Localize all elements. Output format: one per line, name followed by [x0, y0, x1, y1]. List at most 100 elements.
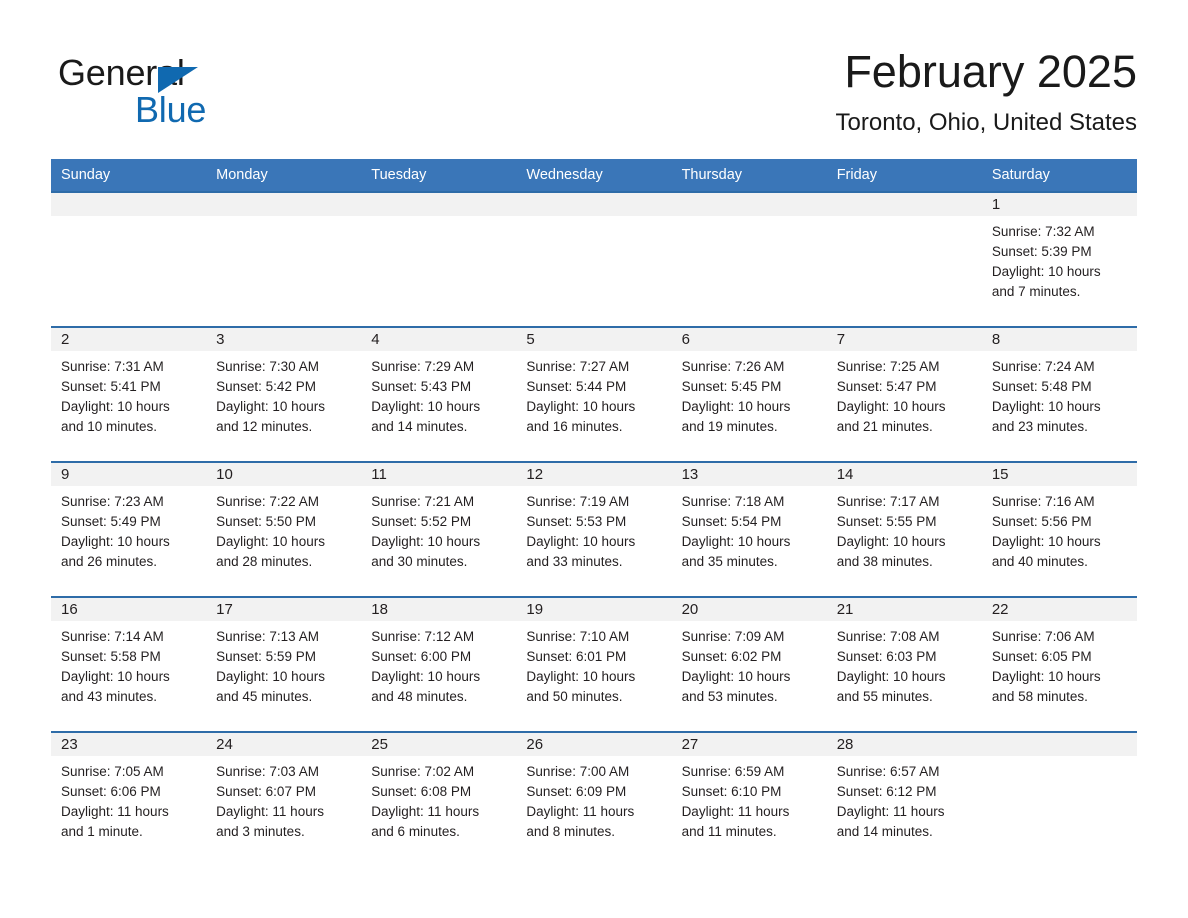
calendar-day-cell[interactable]: 21 Sunrise: 7:08 AM Sunset: 6:03 PM Dayl…	[826, 596, 982, 732]
calendar-day-cell[interactable]: 12 Sunrise: 7:19 AM Sunset: 5:53 PM Dayl…	[516, 461, 672, 597]
day-details: Sunrise: 7:19 AM Sunset: 5:53 PM Dayligh…	[516, 486, 671, 572]
weekday-header-wednesday: Wednesday	[516, 159, 672, 192]
daylight-text-line2: and 23 minutes.	[991, 419, 1088, 434]
sunset-text: Sunset: 6:00 PM	[371, 649, 472, 664]
sunset-text: Sunset: 5:50 PM	[216, 514, 316, 529]
day-number: 19	[516, 598, 672, 621]
daylight-text-line1: Daylight: 11 hours	[216, 804, 324, 819]
calendar-day-cell[interactable]	[206, 191, 362, 327]
calendar-day-cell[interactable]: 4 Sunrise: 7:29 AM Sunset: 5:43 PM Dayli…	[361, 326, 517, 462]
calendar-day-cell[interactable]: 18 Sunrise: 7:12 AM Sunset: 6:00 PM Dayl…	[361, 596, 517, 732]
calendar-day-cell[interactable]: 25 Sunrise: 7:02 AM Sunset: 6:08 PM Dayl…	[361, 731, 517, 866]
calendar-day-cell[interactable]: 2 Sunrise: 7:31 AM Sunset: 5:41 PM Dayli…	[51, 326, 207, 462]
title-block: February 2025 Toronto, Ohio, United Stat…	[836, 44, 1138, 137]
sunset-text: Sunset: 5:45 PM	[681, 379, 782, 394]
day-number: 7	[826, 328, 982, 351]
calendar-day-cell[interactable]	[516, 191, 672, 327]
daylight-text-line1: Daylight: 11 hours	[681, 804, 790, 819]
day-cell-inner	[671, 193, 827, 326]
calendar-day-cell[interactable]: 13 Sunrise: 7:18 AM Sunset: 5:54 PM Dayl…	[671, 461, 827, 597]
calendar-day-cell[interactable]: 27 Sunrise: 6:59 AM Sunset: 6:10 PM Dayl…	[671, 731, 827, 866]
sunrise-text: Sunrise: 7:16 AM	[991, 494, 1095, 509]
daylight-text-line1: Daylight: 10 hours	[681, 669, 791, 684]
calendar-day-cell[interactable]: 5 Sunrise: 7:27 AM Sunset: 5:44 PM Dayli…	[516, 326, 672, 462]
day-number: 20	[671, 598, 827, 621]
page-subtitle: Toronto, Ohio, United States	[835, 109, 1138, 136]
calendar-day-cell[interactable]: 11 Sunrise: 7:21 AM Sunset: 5:52 PM Dayl…	[361, 461, 517, 597]
daylight-text-line2: and 48 minutes.	[371, 689, 468, 704]
day-cell-inner: 19 Sunrise: 7:10 AM Sunset: 6:01 PM Dayl…	[516, 598, 672, 731]
calendar-day-cell[interactable]: 16 Sunrise: 7:14 AM Sunset: 5:58 PM Dayl…	[51, 596, 207, 732]
calendar-day-cell[interactable]: 15 Sunrise: 7:16 AM Sunset: 5:56 PM Dayl…	[981, 461, 1137, 597]
calendar-day-cell[interactable]: 1 Sunrise: 7:32 AM Sunset: 5:39 PM Dayli…	[981, 191, 1137, 327]
daylight-text-line1: Daylight: 10 hours	[61, 669, 170, 684]
sunset-text: Sunset: 5:39 PM	[991, 244, 1092, 259]
calendar-day-cell[interactable]: 10 Sunrise: 7:22 AM Sunset: 5:50 PM Dayl…	[206, 461, 362, 597]
daylight-text-line2: and 7 minutes.	[991, 284, 1081, 299]
page-title: February 2025	[844, 46, 1137, 97]
calendar-day-cell[interactable]	[826, 191, 982, 327]
calendar-day-cell[interactable]: 17 Sunrise: 7:13 AM Sunset: 5:59 PM Dayl…	[206, 596, 362, 732]
day-details: Sunrise: 7:27 AM Sunset: 5:44 PM Dayligh…	[516, 351, 671, 437]
sunset-text: Sunset: 5:48 PM	[991, 379, 1092, 394]
sunset-text: Sunset: 5:49 PM	[61, 514, 161, 529]
day-cell-inner: 15 Sunrise: 7:16 AM Sunset: 5:56 PM Dayl…	[981, 463, 1137, 596]
generalblue-logo[interactable]: General Blue	[58, 53, 358, 139]
daylight-text-line1: Daylight: 10 hours	[836, 534, 946, 549]
daylight-text-line2: and 16 minutes.	[526, 419, 623, 434]
day-details: Sunrise: 7:25 AM Sunset: 5:47 PM Dayligh…	[827, 351, 982, 437]
sunrise-text: Sunrise: 7:09 AM	[681, 629, 785, 644]
calendar-day-cell[interactable]	[51, 191, 207, 327]
day-cell-inner: 20 Sunrise: 7:09 AM Sunset: 6:02 PM Dayl…	[671, 598, 827, 731]
calendar-day-cell[interactable]: 19 Sunrise: 7:10 AM Sunset: 6:01 PM Dayl…	[516, 596, 672, 732]
calendar-day-cell[interactable]: 24 Sunrise: 7:03 AM Sunset: 6:07 PM Dayl…	[206, 731, 362, 866]
day-details	[982, 756, 1137, 762]
sunrise-text: Sunrise: 7:06 AM	[991, 629, 1095, 644]
calendar-day-cell[interactable]: 6 Sunrise: 7:26 AM Sunset: 5:45 PM Dayli…	[671, 326, 827, 462]
calendar-day-cell[interactable]: 3 Sunrise: 7:30 AM Sunset: 5:42 PM Dayli…	[206, 326, 362, 462]
calendar-day-cell[interactable]: 23 Sunrise: 7:05 AM Sunset: 6:06 PM Dayl…	[51, 731, 207, 866]
sunrise-text: Sunrise: 7:13 AM	[216, 629, 319, 644]
day-cell-inner: 23 Sunrise: 7:05 AM Sunset: 6:06 PM Dayl…	[51, 733, 207, 866]
sunrise-text: Sunrise: 7:00 AM	[526, 764, 630, 779]
daylight-text-line2: and 11 minutes.	[681, 824, 777, 839]
weekday-header-thursday: Thursday	[671, 159, 827, 192]
day-details: Sunrise: 7:32 AM Sunset: 5:39 PM Dayligh…	[982, 216, 1137, 302]
sunrise-text: Sunrise: 7:19 AM	[526, 494, 630, 509]
calendar-day-cell[interactable]	[361, 191, 517, 327]
sunrise-text: Sunrise: 7:30 AM	[216, 359, 319, 374]
daylight-text-line2: and 21 minutes.	[836, 419, 933, 434]
daylight-text-line2: and 10 minutes.	[61, 419, 158, 434]
day-details: Sunrise: 7:14 AM Sunset: 5:58 PM Dayligh…	[51, 621, 206, 707]
sunrise-text: Sunrise: 7:24 AM	[991, 359, 1095, 374]
calendar-day-cell[interactable]: 7 Sunrise: 7:25 AM Sunset: 5:47 PM Dayli…	[826, 326, 982, 462]
day-cell-inner: 2 Sunrise: 7:31 AM Sunset: 5:41 PM Dayli…	[51, 328, 207, 461]
day-cell-inner: 28 Sunrise: 6:57 AM Sunset: 6:12 PM Dayl…	[826, 733, 982, 866]
calendar-day-cell[interactable]: 22 Sunrise: 7:06 AM Sunset: 6:05 PM Dayl…	[981, 596, 1137, 732]
calendar-day-cell[interactable]: 14 Sunrise: 7:17 AM Sunset: 5:55 PM Dayl…	[826, 461, 982, 597]
calendar-day-cell[interactable]	[671, 191, 827, 327]
day-cell-inner: 4 Sunrise: 7:29 AM Sunset: 5:43 PM Dayli…	[361, 328, 517, 461]
calendar-day-cell[interactable]: 26 Sunrise: 7:00 AM Sunset: 6:09 PM Dayl…	[516, 731, 672, 866]
daylight-text-line2: and 45 minutes.	[216, 689, 313, 704]
day-number: 1	[981, 193, 1137, 216]
calendar-day-cell[interactable]: 28 Sunrise: 6:57 AM Sunset: 6:12 PM Dayl…	[826, 731, 982, 866]
daylight-text-line1: Daylight: 10 hours	[371, 399, 481, 414]
day-details	[51, 216, 206, 222]
calendar-day-cell[interactable]: 20 Sunrise: 7:09 AM Sunset: 6:02 PM Dayl…	[671, 596, 827, 732]
calendar-day-cell[interactable]	[981, 731, 1137, 866]
calendar-day-cell[interactable]: 8 Sunrise: 7:24 AM Sunset: 5:48 PM Dayli…	[981, 326, 1137, 462]
sunset-text: Sunset: 5:53 PM	[526, 514, 627, 529]
sunset-text: Sunset: 6:07 PM	[216, 784, 316, 799]
day-number: 18	[361, 598, 517, 621]
sunrise-text: Sunrise: 7:05 AM	[61, 764, 164, 779]
daylight-text-line1: Daylight: 10 hours	[216, 399, 325, 414]
calendar-day-cell[interactable]: 9 Sunrise: 7:23 AM Sunset: 5:49 PM Dayli…	[51, 461, 207, 597]
sunset-text: Sunset: 6:10 PM	[681, 784, 782, 799]
sunset-text: Sunset: 5:41 PM	[61, 379, 161, 394]
sunset-text: Sunset: 5:55 PM	[836, 514, 937, 529]
calendar-week-row: 9 Sunrise: 7:23 AM Sunset: 5:49 PM Dayli…	[51, 461, 1137, 597]
day-number: 28	[826, 733, 982, 756]
day-number: 2	[51, 328, 207, 351]
daylight-text-line2: and 55 minutes.	[836, 689, 933, 704]
